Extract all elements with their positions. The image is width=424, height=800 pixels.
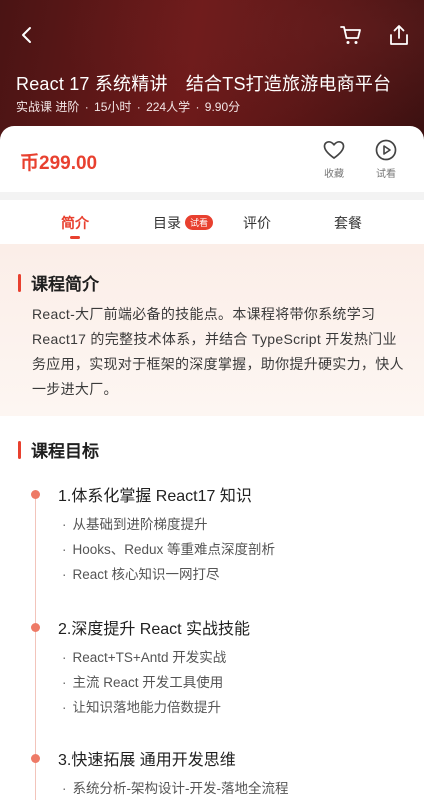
- intro-title: 课程简介: [31, 275, 99, 294]
- goal-point: React+TS+Antd 开发实战: [62, 646, 227, 666]
- share-icon: [390, 25, 408, 45]
- course-price: 币299.00: [20, 153, 98, 174]
- back-button[interactable]: [12, 20, 42, 50]
- section-divider: [0, 192, 424, 200]
- timeline-dot: [31, 754, 40, 763]
- intro-heading: 课程简介: [18, 270, 99, 295]
- favorite-label: 收藏: [324, 169, 344, 180]
- goal-point: 让知识落地能力倍数提升: [62, 696, 222, 716]
- goal-title: 2.深度提升 React 实战技能: [58, 621, 251, 638]
- goal-point: React 核心知识一网打尽: [62, 563, 220, 583]
- meta-separator: ·: [84, 100, 89, 114]
- meta-rating: 9.90分: [204, 100, 241, 114]
- cart-button[interactable]: [336, 20, 366, 50]
- trial-button[interactable]: 试看: [366, 138, 406, 180]
- section-marker: [18, 273, 21, 292]
- play-icon: [375, 139, 397, 161]
- goal-point: 从基础到进阶梯度提升: [62, 513, 208, 533]
- goal-point: Hooks、Redux 等重难点深度剖析: [62, 538, 276, 558]
- tab-reviews[interactable]: 评价: [243, 213, 271, 233]
- goal-title: 3.快速拓展 通用开发思维: [58, 752, 236, 769]
- tab-packages[interactable]: 套餐: [334, 213, 362, 233]
- course-meta: 实战课 进阶 · 15小时 · 224人学 · 9.90分: [16, 98, 242, 115]
- goal-point: 主流 React 开发工具使用: [62, 671, 224, 691]
- meta-separator: ·: [136, 100, 141, 114]
- goals-title: 课程目标: [31, 442, 99, 461]
- cart-icon: [340, 26, 361, 44]
- meta-level: 实战课 进阶: [16, 100, 80, 114]
- price-card: 币299.00 收藏 试看: [0, 126, 424, 192]
- goals-heading: 课程目标: [18, 437, 99, 462]
- meta-duration: 15小时: [94, 100, 132, 114]
- goal-title: 1.体系化掌握 React17 知识: [58, 488, 252, 505]
- tab-catalog[interactable]: 目录 试看: [153, 213, 214, 233]
- intro-text: React-大厂前端必备的技能点。本课程将带你系统学习 React17 的完整技…: [32, 306, 404, 397]
- intro-section: 课程简介 React-大厂前端必备的技能点。本课程将带你系统学习 React17…: [0, 244, 424, 416]
- trial-badge: 试看: [185, 215, 214, 230]
- course-title: React 17 系统精讲 结合TS打造旅游电商平台: [16, 74, 392, 94]
- heart-icon: [323, 140, 345, 159]
- timeline-dot: [31, 490, 40, 499]
- trial-label: 试看: [376, 169, 396, 180]
- active-tab-indicator: [70, 236, 80, 239]
- timeline-dot: [31, 623, 40, 632]
- back-icon: [22, 27, 31, 43]
- favorite-button[interactable]: 收藏: [314, 138, 354, 180]
- course-tabs: 简介 目录 试看 评价 套餐: [0, 200, 424, 244]
- meta-separator: ·: [195, 100, 200, 114]
- tab-intro[interactable]: 简介: [61, 213, 89, 233]
- goal-point: 系统分析-架构设计-开发-落地全流程: [62, 777, 289, 797]
- meta-learners: 224人学: [146, 100, 191, 114]
- section-marker: [18, 440, 21, 459]
- tab-catalog-label: 目录: [153, 215, 181, 231]
- share-button[interactable]: [384, 20, 414, 50]
